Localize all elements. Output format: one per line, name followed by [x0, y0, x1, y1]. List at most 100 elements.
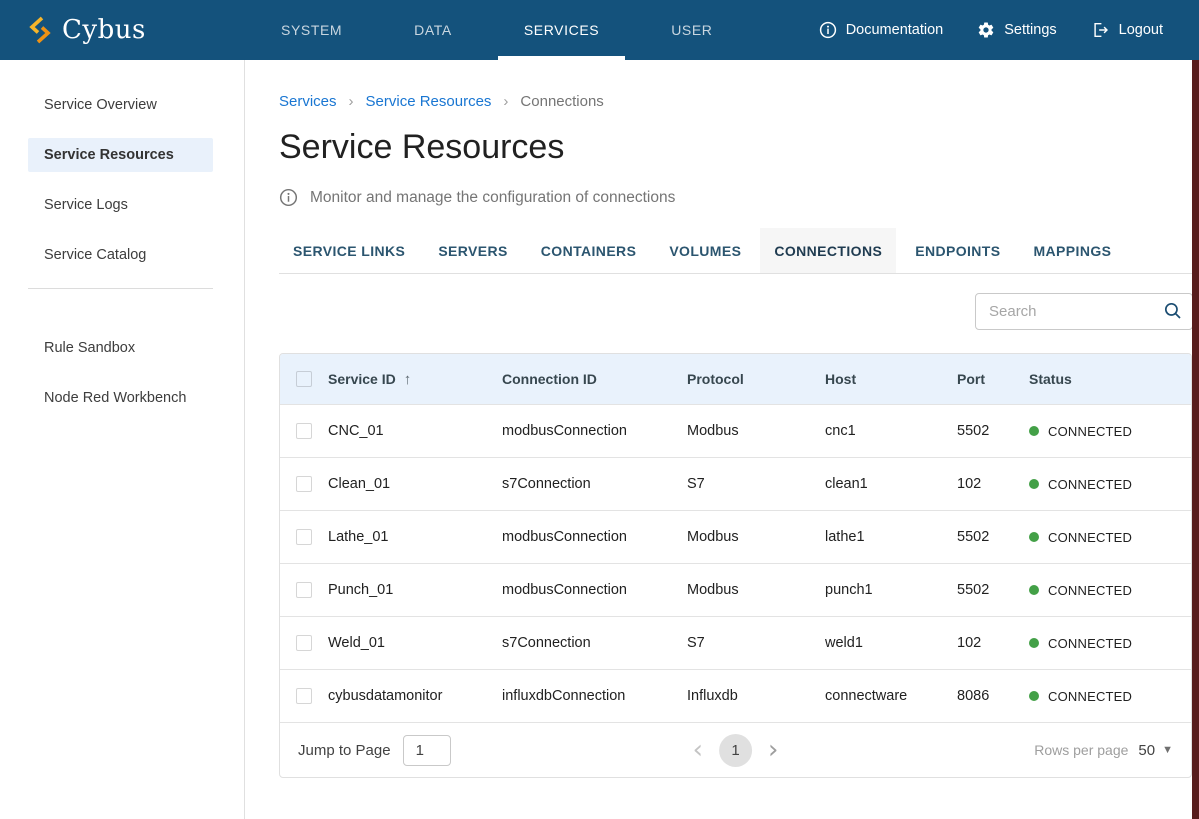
sidebar-item-label: Service Resources [44, 147, 174, 163]
sidebar-item-service-resources[interactable]: Service Resources [28, 138, 213, 172]
sidebar-item-rule-sandbox[interactable]: Rule Sandbox [28, 331, 213, 365]
cell-service-id: Punch_01 [328, 582, 502, 598]
info-icon [819, 21, 837, 39]
row-checkbox[interactable] [296, 476, 312, 492]
sidebar-item-service-overview[interactable]: Service Overview [28, 88, 213, 122]
rows-per-page-select[interactable]: 50 ▼ [1138, 742, 1173, 759]
search-row [279, 293, 1193, 330]
page-subtitle: Monitor and manage the configuration of … [310, 189, 675, 207]
cell-protocol: Modbus [687, 423, 825, 439]
vertical-scrollbar[interactable] [1192, 60, 1199, 819]
nav-item-user[interactable]: USER [645, 0, 738, 60]
status-connected-dot [1029, 426, 1039, 436]
chevron-down-icon: ▼ [1162, 744, 1173, 756]
sidebar-item-service-logs[interactable]: Service Logs [28, 188, 213, 222]
column-header-connection-id[interactable]: Connection ID [502, 371, 687, 387]
status-connected-dot [1029, 479, 1039, 489]
settings-button[interactable]: Settings [977, 21, 1056, 39]
page-title: Service Resources [279, 128, 1193, 167]
cell-host: clean1 [825, 476, 957, 492]
gear-icon [977, 21, 995, 39]
row-checkbox[interactable] [296, 582, 312, 598]
tab-label: SERVICE LINKS [293, 243, 405, 259]
jump-to-page-label: Jump to Page [298, 742, 391, 759]
breadcrumb-link-service-resources[interactable]: Service Resources [366, 93, 492, 110]
cell-port: 5502 [957, 423, 1029, 439]
sort-ascending-icon: ↑ [404, 371, 412, 388]
tab-volumes[interactable]: VOLUMES [655, 228, 755, 273]
table-row[interactable]: Clean_01 s7Connection S7 clean1 102 CONN… [280, 457, 1191, 510]
previous-page-icon[interactable]: ‹ [693, 737, 703, 763]
breadcrumb-separator-icon: › [503, 93, 508, 110]
row-checkbox[interactable] [296, 635, 312, 651]
tab-endpoints[interactable]: ENDPOINTS [901, 228, 1014, 273]
select-all-checkbox[interactable] [296, 371, 312, 387]
status-connected-dot [1029, 532, 1039, 542]
connections-table: Service ID↑ Connection ID Protocol Host … [279, 353, 1192, 778]
search-icon[interactable] [1163, 301, 1183, 321]
cell-connection-id: s7Connection [502, 476, 687, 492]
status-connected-dot [1029, 691, 1039, 701]
sidebar-item-label: Service Overview [44, 97, 157, 113]
tab-containers[interactable]: CONTAINERS [527, 228, 651, 273]
pager: ‹ 1 › [693, 734, 779, 767]
logout-button[interactable]: Logout [1091, 21, 1163, 39]
cell-connection-id: s7Connection [502, 635, 687, 651]
cell-connection-id: modbusConnection [502, 529, 687, 545]
cell-host: weld1 [825, 635, 957, 651]
tab-service-links[interactable]: SERVICE LINKS [279, 228, 419, 273]
column-header-port[interactable]: Port [957, 371, 1029, 387]
cell-status: CONNECTED [1029, 689, 1191, 704]
cell-port: 5502 [957, 582, 1029, 598]
table-footer: Jump to Page ‹ 1 › Rows per page 50 ▼ [280, 722, 1191, 777]
table-row[interactable]: CNC_01 modbusConnection Modbus cnc1 5502… [280, 404, 1191, 457]
cell-protocol: S7 [687, 635, 825, 651]
cell-host: lathe1 [825, 529, 957, 545]
next-page-icon[interactable]: › [768, 737, 778, 763]
column-header-status[interactable]: Status [1029, 371, 1191, 387]
row-checkbox[interactable] [296, 423, 312, 439]
cell-protocol: Modbus [687, 582, 825, 598]
nav-item-label: SERVICES [524, 22, 599, 38]
sidebar-item-node-red-workbench[interactable]: Node Red Workbench [28, 381, 213, 415]
column-header-host[interactable]: Host [825, 371, 957, 387]
brand-logo[interactable]: Cybus [0, 0, 245, 60]
table-row[interactable]: Lathe_01 modbusConnection Modbus lathe1 … [280, 510, 1191, 563]
row-checkbox[interactable] [296, 529, 312, 545]
table-row[interactable]: cybusdatamonitor influxdbConnection Infl… [280, 669, 1191, 722]
resource-tabs: SERVICE LINKS SERVERS CONTAINERS VOLUMES… [279, 228, 1193, 274]
tab-servers[interactable]: SERVERS [424, 228, 521, 273]
table-row[interactable]: Weld_01 s7Connection S7 weld1 102 CONNEC… [280, 616, 1191, 669]
nav-item-services[interactable]: SERVICES [498, 0, 625, 60]
column-header-protocol[interactable]: Protocol [687, 371, 825, 387]
info-icon [279, 188, 298, 207]
breadcrumb-link-services[interactable]: Services [279, 93, 337, 110]
status-connected-dot [1029, 638, 1039, 648]
table-row[interactable]: Punch_01 modbusConnection Modbus punch1 … [280, 563, 1191, 616]
nav-item-system[interactable]: SYSTEM [255, 0, 368, 60]
cell-status: CONNECTED [1029, 636, 1191, 651]
main-content: Services › Service Resources › Connectio… [245, 60, 1199, 819]
page-button[interactable]: 1 [719, 734, 752, 767]
tab-label: SERVERS [438, 243, 507, 259]
sidebar-item-service-catalog[interactable]: Service Catalog [28, 238, 213, 272]
breadcrumb-separator-icon: › [349, 93, 354, 110]
cell-port: 5502 [957, 529, 1029, 545]
documentation-button[interactable]: Documentation [819, 21, 944, 39]
row-checkbox[interactable] [296, 688, 312, 704]
sidebar: Service Overview Service Resources Servi… [0, 60, 245, 819]
table-header-row: Service ID↑ Connection ID Protocol Host … [280, 354, 1191, 404]
cell-status: CONNECTED [1029, 477, 1191, 492]
header-checkbox-cell [280, 371, 328, 387]
jump-to-page-input[interactable] [403, 735, 451, 766]
cell-service-id: Clean_01 [328, 476, 502, 492]
search-input[interactable] [975, 293, 1193, 330]
cybus-logo-icon [28, 15, 52, 45]
tab-label: VOLUMES [669, 243, 741, 259]
cell-connection-id: modbusConnection [502, 582, 687, 598]
column-header-service-id[interactable]: Service ID↑ [328, 371, 502, 388]
tab-label: CONTAINERS [541, 243, 637, 259]
tab-mappings[interactable]: MAPPINGS [1019, 228, 1125, 273]
tab-connections[interactable]: CONNECTIONS [760, 228, 896, 273]
nav-item-data[interactable]: DATA [388, 0, 478, 60]
